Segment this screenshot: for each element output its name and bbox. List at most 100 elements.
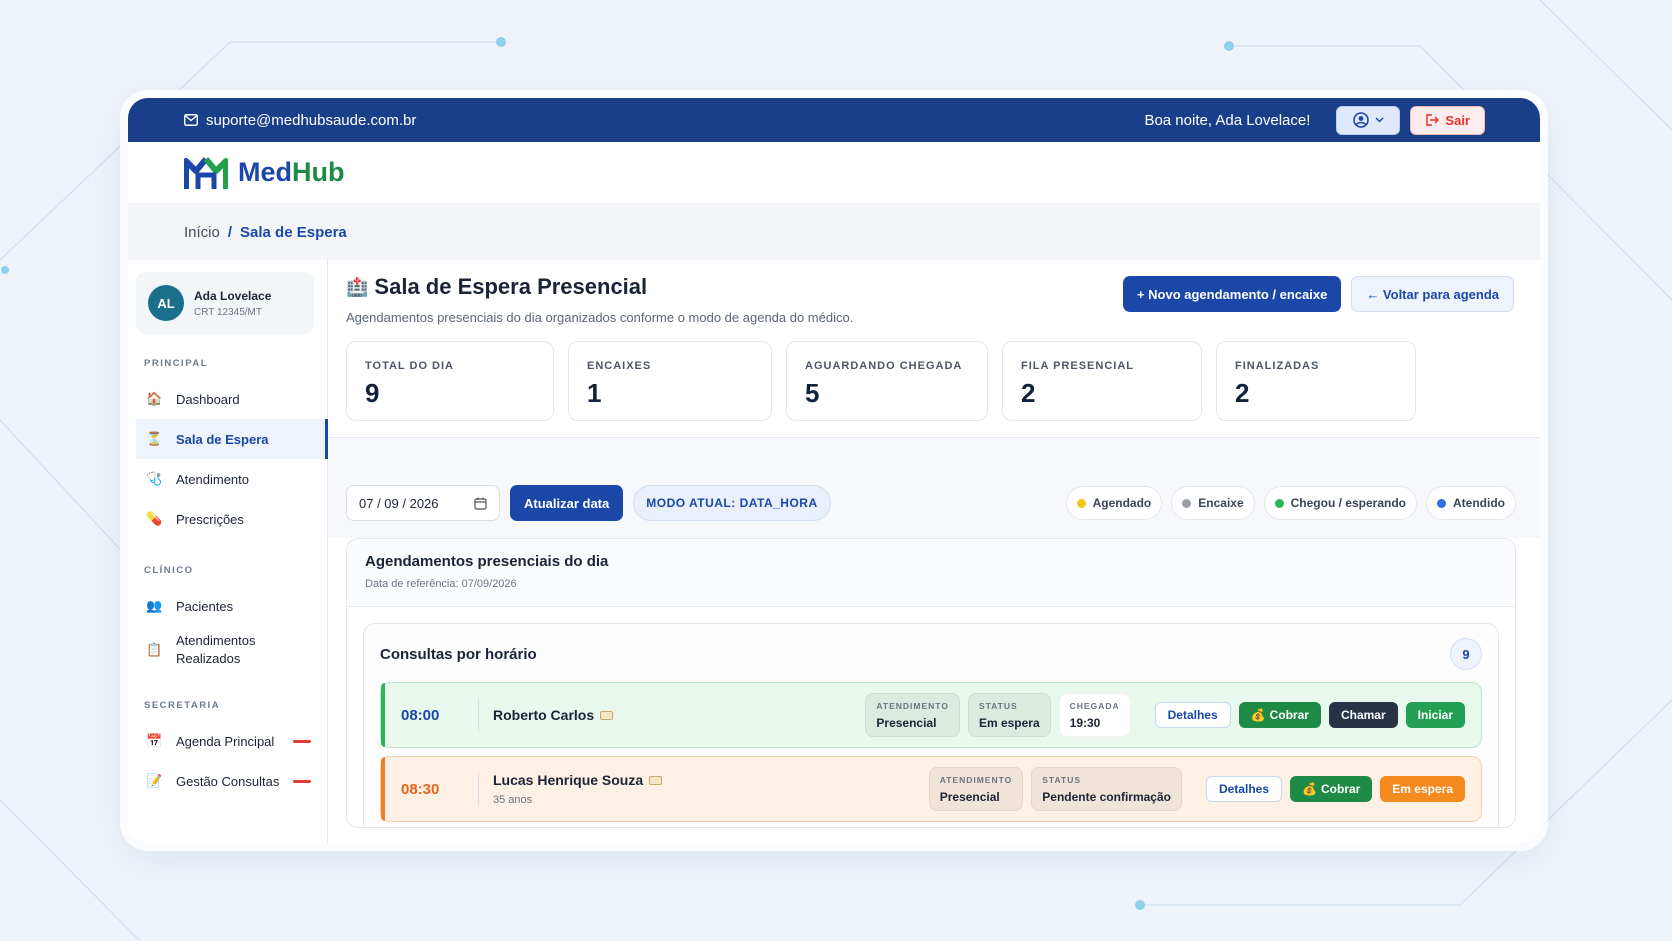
money-bag-icon: 💰 bbox=[1302, 782, 1317, 796]
charge-button[interactable]: 💰 Cobrar bbox=[1238, 702, 1321, 728]
waiting-button[interactable]: Em espera bbox=[1380, 776, 1465, 802]
medhub-logo-icon bbox=[184, 156, 228, 189]
stat-label: ENCAIXES bbox=[587, 360, 652, 372]
update-date-button[interactable]: Atualizar data bbox=[510, 485, 624, 521]
sidebar-item-prescricoes[interactable]: 💊 Prescrições bbox=[136, 499, 327, 539]
sidebar-item-pacientes[interactable]: 👥 Pacientes bbox=[136, 586, 327, 626]
breadcrumb-current: Sala de Espera bbox=[240, 223, 347, 241]
user-circle-icon bbox=[1353, 112, 1369, 128]
legend-item-encaixe: Encaixe bbox=[1171, 486, 1255, 520]
logout-button[interactable]: Sair bbox=[1410, 105, 1485, 135]
sidebar-item-label: Pacientes bbox=[176, 598, 234, 614]
page-subtitle: Agendamentos presenciais do dia organiza… bbox=[346, 310, 854, 325]
brand-bar: MedHub bbox=[128, 142, 1540, 204]
chip-key: ATENDIMENTO bbox=[939, 775, 1013, 785]
main-content: 🏥 Sala de Espera Presencial Agendamentos… bbox=[328, 260, 1540, 843]
legend-dot bbox=[1182, 498, 1192, 508]
sidebar-item-atendimentos-realizados[interactable]: 📋 Atendimentos Realizados bbox=[136, 626, 327, 674]
charge-label: Cobrar bbox=[1320, 782, 1361, 796]
stat-label: FINALIZADAS bbox=[1235, 360, 1320, 372]
clipboard-icon: 📋 bbox=[146, 642, 163, 657]
sidebar-item-label: Sala de Espera bbox=[176, 431, 269, 447]
new-appointment-button[interactable]: + Novo agendamento / encaixe bbox=[1122, 276, 1342, 312]
chip-value: Presencial bbox=[876, 716, 937, 730]
stat-value: 5 bbox=[805, 378, 820, 408]
user-menu-button[interactable] bbox=[1336, 105, 1401, 135]
breadcrumb: Início / Sala de Espera bbox=[128, 204, 1540, 260]
house-icon: 🏠 bbox=[146, 391, 163, 406]
date-input[interactable]: 07 / 09 / 2026 bbox=[346, 485, 500, 521]
patient-name: Roberto Carlos bbox=[493, 707, 595, 723]
details-button[interactable]: Detalhes bbox=[1154, 702, 1231, 728]
id-card-icon bbox=[649, 775, 663, 785]
back-to-agenda-button[interactable]: ← Voltar para agenda bbox=[1351, 276, 1514, 312]
sidebar-item-label: Agenda Principal bbox=[176, 733, 275, 749]
medhub-logo[interactable]: MedHub bbox=[184, 155, 344, 191]
sidebar-item-sala-de-espera[interactable]: ⏳ Sala de Espera bbox=[136, 419, 328, 459]
chip-status: STATUS Pendente confirmação bbox=[1031, 767, 1182, 811]
profile-card[interactable]: AL Ada Lovelace CRT 12345/MT bbox=[136, 272, 314, 334]
brand-med: Med bbox=[238, 157, 292, 187]
patient-name: Lucas Henrique Souza bbox=[493, 772, 644, 788]
chip-chegada: CHEGADA 19:30 bbox=[1058, 693, 1131, 737]
legend-dot bbox=[1274, 498, 1284, 508]
stats-row: TOTAL DO DIA 9 ENCAIXES 1 AGUARDANDO CHE… bbox=[346, 341, 1514, 421]
charge-label: Cobrar bbox=[1269, 708, 1309, 722]
chip-value: Em espera bbox=[978, 716, 1040, 730]
chip-value: Presencial bbox=[939, 790, 1000, 804]
chip-atendimento: ATENDIMENTO Presencial bbox=[928, 767, 1024, 811]
top-bar: suporte@medhubsaude.com.br Boa noite, Ad… bbox=[128, 98, 1540, 142]
sidebar-section-principal: PRINCIPAL bbox=[144, 358, 208, 369]
chip-status: STATUS Em espera bbox=[967, 693, 1051, 737]
chip-key: STATUS bbox=[1042, 775, 1082, 785]
sidebar-item-atendimento[interactable]: 🩺 Atendimento bbox=[136, 459, 327, 499]
id-card-icon bbox=[600, 710, 614, 720]
support-email[interactable]: suporte@medhubsaude.com.br bbox=[184, 112, 416, 129]
stat-value: 2 bbox=[1235, 378, 1250, 408]
date-input-value: 07 / 09 / 2026 bbox=[359, 495, 439, 511]
consultations-title: Consultas por horário bbox=[380, 645, 537, 663]
breadcrumb-separator: / bbox=[227, 223, 233, 241]
call-button[interactable]: Chamar bbox=[1328, 702, 1398, 728]
chevron-down-icon bbox=[1375, 117, 1384, 123]
details-button[interactable]: Detalhes bbox=[1205, 776, 1282, 802]
logout-icon bbox=[1426, 114, 1440, 126]
legend-label: Encaixe bbox=[1198, 496, 1244, 510]
stat-card-total: TOTAL DO DIA 9 bbox=[346, 341, 554, 421]
stat-label: AGUARDANDO CHEGADA bbox=[805, 360, 963, 372]
appointments-panel: Agendamentos presenciais do dia Data de … bbox=[346, 538, 1516, 828]
hourglass-icon: ⏳ bbox=[146, 431, 163, 446]
legend-item-chegou: Chegou / esperando bbox=[1263, 486, 1417, 520]
sidebar-section-secretaria: SECRETARIA bbox=[144, 700, 221, 711]
stethoscope-icon: 🩺 bbox=[146, 471, 163, 486]
stat-value: 1 bbox=[587, 378, 602, 408]
sidebar-item-agenda-principal[interactable]: 📅 Agenda Principal bbox=[136, 721, 327, 761]
charge-button[interactable]: 💰 Cobrar bbox=[1290, 776, 1373, 802]
appointment-row[interactable]: 08:30 Lucas Henrique Souza 35 anos ATEND… bbox=[380, 756, 1482, 822]
start-button[interactable]: Iniciar bbox=[1405, 702, 1465, 728]
sidebar-section-clinico: CLÍNICO bbox=[144, 565, 194, 576]
greeting-text: Boa noite, Ada Lovelace! bbox=[1144, 111, 1311, 129]
chip-value: 19:30 bbox=[1069, 716, 1101, 730]
filter-bar: 07 / 09 / 2026 Atualizar data MODO ATUAL… bbox=[328, 438, 1540, 538]
sidebar-item-dashboard[interactable]: 🏠 Dashboard bbox=[136, 379, 327, 419]
calendar-icon bbox=[474, 497, 487, 510]
legend-dot bbox=[1437, 498, 1446, 508]
stat-value: 9 bbox=[365, 378, 380, 408]
users-icon: 👥 bbox=[146, 598, 163, 613]
count-badge: 9 bbox=[1450, 638, 1482, 670]
mode-badge: MODO ATUAL: DATA_HORA bbox=[633, 485, 831, 521]
appointment-time: 08:00 bbox=[401, 699, 479, 731]
sidebar-item-label: Atendimento bbox=[176, 471, 249, 487]
chip-key: CHEGADA bbox=[1069, 701, 1120, 711]
breadcrumb-home[interactable]: Início bbox=[184, 224, 220, 241]
sidebar-item-gestao-consultas[interactable]: 📝 Gestão Consultas bbox=[136, 761, 327, 801]
consultations-list: Consultas por horário 9 08:00 Roberto Ca… bbox=[363, 623, 1499, 827]
sidebar: AL Ada Lovelace CRT 12345/MT PRINCIPAL 🏠… bbox=[128, 260, 328, 843]
appointment-row[interactable]: 08:00 Roberto Carlos ATENDIMENTO Presenc… bbox=[380, 682, 1482, 748]
page-header: 🏥 Sala de Espera Presencial Agendamentos… bbox=[328, 260, 1540, 438]
stat-label: TOTAL DO DIA bbox=[365, 360, 454, 372]
legend-label: Agendado bbox=[1092, 496, 1152, 510]
app-window: suporte@medhubsaude.com.br Boa noite, Ad… bbox=[128, 98, 1540, 843]
page-title-text: Sala de Espera Presencial bbox=[374, 274, 648, 299]
